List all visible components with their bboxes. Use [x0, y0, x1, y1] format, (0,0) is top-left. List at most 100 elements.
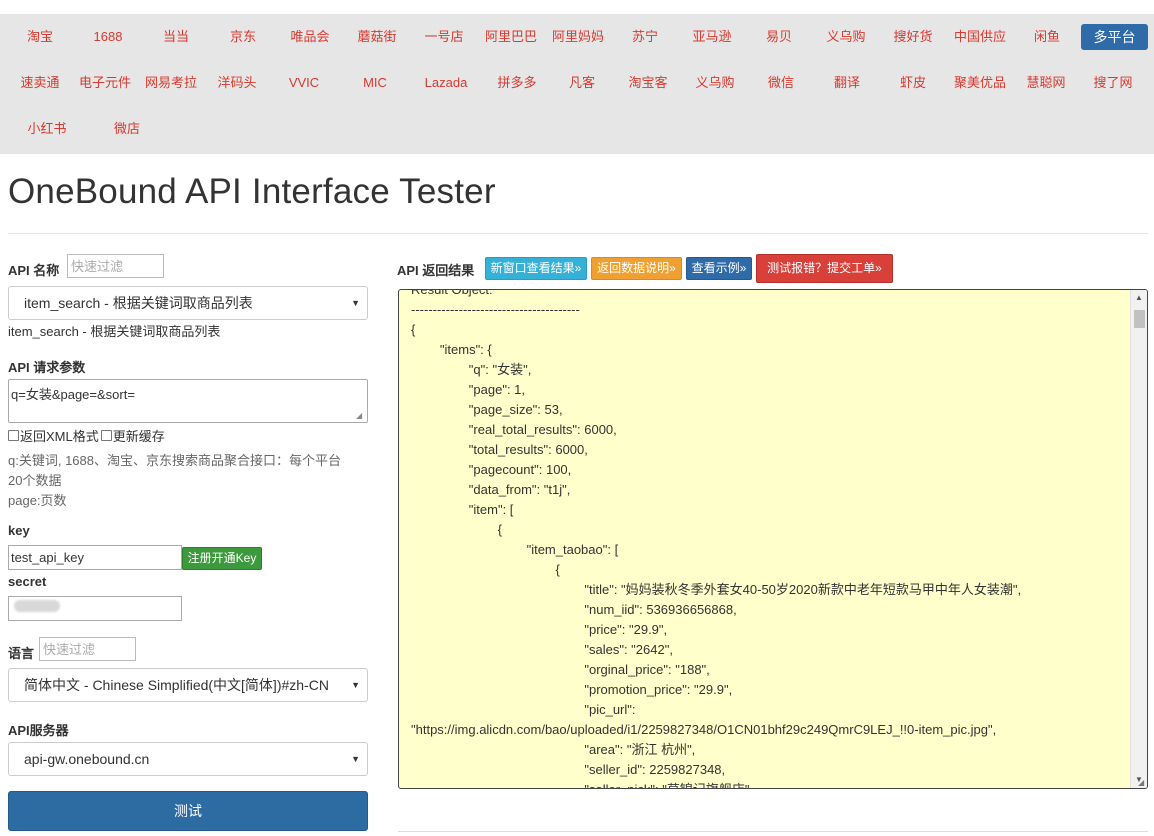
code-line: "real_total_results": 6000, [411, 422, 617, 437]
platform-link[interactable]: 淘宝 [6, 25, 74, 49]
code-line: Result Object: [411, 289, 493, 297]
update-cache-checkbox[interactable] [100, 429, 112, 441]
platform-link[interactable]: 电子元件 [71, 71, 139, 95]
server-select[interactable]: api-gw.onebound.cn ▼ [8, 742, 368, 776]
xml-format-checkbox[interactable] [8, 429, 19, 441]
caret-down-icon: ▼ [351, 680, 360, 690]
platform-link[interactable]: 当当 [142, 25, 210, 49]
params-label: API 请求参数 [8, 360, 86, 375]
language-select-value: 简体中文 - Chinese Simplified(中文[简体])#zh-CN [24, 677, 329, 693]
platform-link[interactable]: 多平台 [1081, 24, 1148, 50]
result-scrollbar[interactable]: ▲ ▼ [1130, 290, 1147, 788]
param-help-line-3: page:页数 [8, 493, 67, 508]
options-row: 返回XML格式 更新缓存 [8, 427, 165, 444]
platform-link[interactable]: 亚马逊 [678, 25, 746, 49]
resize-handle-icon[interactable]: ◢ [356, 411, 365, 420]
code-line: "price": "29.9", [411, 622, 668, 637]
platform-link[interactable]: 中国供应 [946, 25, 1014, 49]
platform-link[interactable]: 虾皮 [879, 71, 947, 95]
view-example-button[interactable]: 查看示例» [686, 257, 752, 280]
platform-link[interactable]: 易贝 [745, 25, 813, 49]
code-line: "total_results": 6000, [411, 442, 588, 457]
platform-link[interactable]: 网易考拉 [137, 71, 205, 95]
code-line: "title": "妈妈装秋冬季外套女40-50岁2020新款中老年短款马甲中年… [411, 582, 1022, 597]
code-line: "page": 1, [411, 382, 526, 397]
api-name-label: API 名称 [8, 263, 60, 278]
code-line: "https://img.alicdn.com/bao/uploaded/i1/… [411, 722, 997, 737]
platform-link[interactable]: 微店 [93, 117, 161, 141]
platform-link[interactable]: 蘑菇街 [343, 25, 411, 49]
code-line: { [411, 322, 416, 337]
platform-link[interactable]: 凡客 [548, 71, 616, 95]
platform-nav: 淘宝 1688 当当 京东 唯品会 蘑菇街 一号店 阿里巴巴 阿里妈妈 苏宁 亚马逊 易贝 义乌购 搜好货… [0, 14, 1154, 154]
secret-mask [14, 600, 60, 612]
platform-link[interactable]: 小红书 [13, 117, 81, 141]
platform-link[interactable]: 苏宁 [611, 25, 679, 49]
bottom-divider [398, 831, 1148, 836]
result-label: API 返回结果 [397, 263, 475, 278]
language-filter-input[interactable] [39, 637, 136, 661]
code-line: "seller_id": 2259827348, [411, 762, 726, 777]
platform-link[interactable]: 淘宝客 [614, 71, 682, 95]
xml-format-label: 返回XML格式 [20, 428, 99, 444]
platform-link[interactable]: 京东 [209, 25, 277, 49]
platform-link[interactable]: MIC [341, 71, 409, 95]
code-line: "sales": "2642", [411, 642, 673, 657]
scroll-thumb[interactable] [1134, 310, 1145, 328]
api-description: item_search - 根据关键词取商品列表 [8, 324, 221, 339]
platform-link[interactable]: 阿里妈妈 [544, 25, 612, 49]
platform-link[interactable]: 拼多多 [483, 71, 551, 95]
platform-link[interactable]: 搜好货 [879, 25, 947, 49]
code-line: "num_iid": 536936656868, [411, 602, 737, 617]
platform-link[interactable]: 速卖通 [6, 71, 74, 95]
platform-link[interactable]: 义乌购 [681, 71, 749, 95]
platform-link[interactable]: 一号店 [410, 25, 478, 49]
platform-link[interactable]: 聚美优品 [946, 71, 1014, 95]
caret-down-icon: ▼ [351, 298, 360, 308]
param-help-line-1: q:关键词, 1688、淘宝、京东搜索商品聚合接口：每个平台 [8, 453, 341, 468]
code-line: "seller_nick": "草锦记旗舰店", [411, 780, 1131, 788]
code-line: --------------------------------------- [411, 302, 580, 317]
code-line: "items": { [411, 342, 492, 357]
params-textarea[interactable] [8, 379, 368, 423]
key-label: key [8, 523, 30, 538]
code-line: "orginal_price": "188", [411, 662, 710, 677]
code-line: "promotion_price": "29.9", [411, 682, 733, 697]
platform-link[interactable]: 阿里巴巴 [477, 25, 545, 49]
result-code: Result Object: --------------------------… [411, 289, 1131, 788]
scroll-up-icon[interactable]: ▲ [1131, 290, 1147, 306]
key-input[interactable] [8, 545, 182, 570]
api-filter-input[interactable] [67, 254, 164, 278]
secret-label: secret [8, 574, 47, 589]
code-line: "q": "女装", [411, 362, 532, 377]
open-new-window-button[interactable]: 新窗口查看结果» [485, 257, 587, 280]
result-output[interactable]: Result Object: --------------------------… [398, 289, 1148, 789]
result-resize-handle-icon[interactable]: ◢ [1138, 778, 1148, 788]
platform-link[interactable]: 唯品会 [276, 25, 344, 49]
server-label: API服务器 [8, 723, 69, 738]
report-error-button[interactable]: 测试报错？提交工单» [756, 254, 893, 283]
code-line: "area": "浙江 杭州", [411, 742, 696, 757]
code-line: "pic_url": [411, 702, 636, 717]
api-select-value: item_search - 根据关键词取商品列表 [24, 295, 253, 311]
submit-test-button[interactable]: 测试 [8, 791, 368, 831]
code-line: { [411, 522, 503, 537]
platform-link[interactable]: 1688 [74, 25, 142, 49]
title-divider [8, 233, 1148, 234]
platform-link[interactable]: Lazada [412, 71, 480, 95]
platform-link[interactable]: 闲鱼 [1013, 25, 1081, 49]
platform-link[interactable]: 慧聪网 [1012, 71, 1080, 95]
code-line: "item": [ [411, 502, 514, 517]
api-select[interactable]: item_search - 根据关键词取商品列表 ▼ [8, 286, 368, 320]
language-select[interactable]: 简体中文 - Chinese Simplified(中文[简体])#zh-CN … [8, 668, 368, 702]
platform-link[interactable]: 搜了网 [1079, 71, 1147, 95]
platform-link[interactable]: 义乌购 [812, 25, 880, 49]
platform-link[interactable]: VVIC [270, 71, 338, 95]
caret-down-icon: ▼ [351, 754, 360, 764]
platform-link[interactable]: 洋码头 [203, 71, 271, 95]
platform-link[interactable]: 微信 [747, 71, 815, 95]
platform-link[interactable]: 翻译 [813, 71, 881, 95]
param-help-line-2: 20个数据 [8, 473, 62, 488]
register-key-button[interactable]: 注册开通Key [182, 547, 262, 570]
data-docs-button[interactable]: 返回数据说明» [591, 257, 682, 280]
